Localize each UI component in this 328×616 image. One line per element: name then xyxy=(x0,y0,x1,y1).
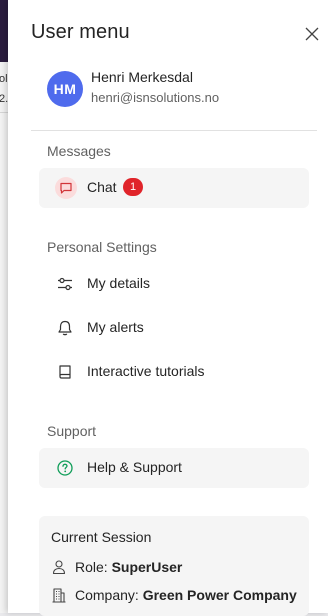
divider xyxy=(31,130,317,131)
role-value: SuperUser xyxy=(111,559,183,575)
close-icon[interactable] xyxy=(304,26,320,42)
section-label-personal-settings: Personal Settings xyxy=(47,239,157,255)
book-icon xyxy=(56,363,74,381)
help-support-label: Help & Support xyxy=(87,459,182,475)
user-email: henri@isnsolutions.no xyxy=(91,90,220,105)
company-value: Green Power Company xyxy=(142,587,297,603)
session-title: Current Session xyxy=(51,529,152,545)
person-icon xyxy=(51,559,67,575)
background-header xyxy=(0,0,8,62)
my-alerts-item[interactable]: My alerts xyxy=(39,308,309,348)
panel-title: User menu xyxy=(31,21,130,43)
role-label: Role: xyxy=(75,559,108,575)
background-app xyxy=(0,0,8,613)
background-text-fragment: ol xyxy=(0,73,8,85)
bell-icon xyxy=(56,319,74,337)
chat-icon xyxy=(55,177,77,199)
help-circle-icon xyxy=(56,459,74,477)
user-name: Henri Merkesdal xyxy=(91,69,193,85)
my-details-label: My details xyxy=(87,275,151,291)
background-divider xyxy=(0,112,8,113)
interactive-tutorials-item[interactable]: Interactive tutorials xyxy=(39,352,309,392)
chat-item[interactable]: Chat 1 xyxy=(39,168,309,208)
my-alerts-label: My alerts xyxy=(87,319,144,335)
sliders-icon xyxy=(56,275,74,293)
interactive-tutorials-label: Interactive tutorials xyxy=(87,363,205,379)
chat-unread-badge: 1 xyxy=(123,178,143,196)
current-session-card: Current Session Role: SuperUser Company:… xyxy=(39,516,309,616)
avatar: HM xyxy=(47,71,83,107)
my-details-item[interactable]: My details xyxy=(39,264,309,304)
section-label-support: Support xyxy=(47,423,97,439)
section-label-messages: Messages xyxy=(47,143,111,159)
company-label: Company: xyxy=(75,587,139,603)
building-icon xyxy=(51,587,67,603)
help-support-item[interactable]: Help & Support xyxy=(39,448,309,488)
user-menu-panel: User menu HM Henri Merkesdal henri@isnso… xyxy=(8,0,328,616)
chat-label: Chat xyxy=(87,179,117,195)
